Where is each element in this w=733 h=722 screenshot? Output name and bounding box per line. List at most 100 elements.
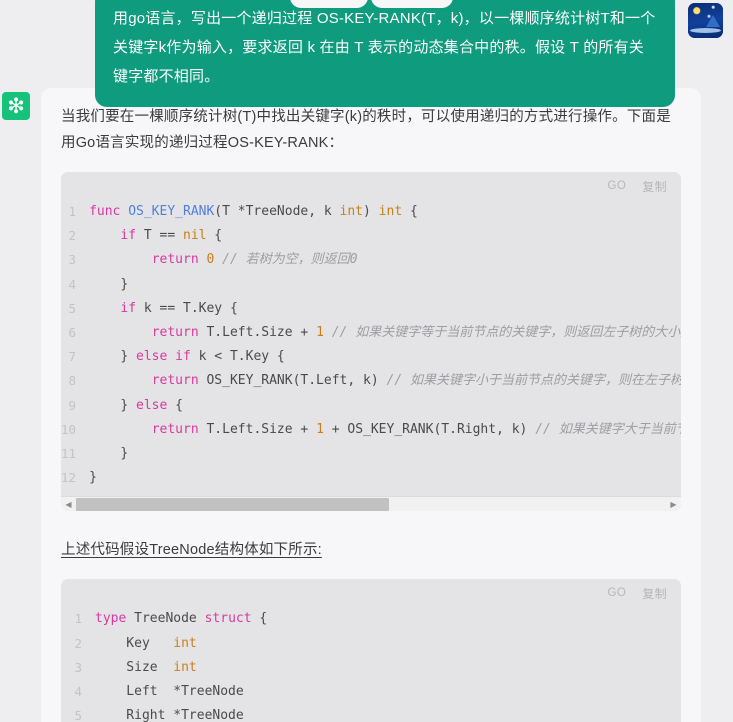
code-token-cmt: // 若树为空，则返回0 [222,252,358,268]
scrollbar-thumb[interactable] [76,497,389,511]
scroll-left-arrow-icon[interactable]: ◀ [61,496,76,512]
code-line-number: 2 [68,228,77,244]
code-scroll-area[interactable]: 1 func OS_KEY_RANK(T *TreeNode, k int) in… [61,194,681,496]
code-line-number: 6 [68,325,77,341]
code-line-number: 11 [61,446,77,462]
code-line-content: if k == T.Key { [89,297,681,321]
code-token-pl: { [402,204,418,219]
code-line: 9 } else { [61,394,681,418]
code-line-number: 8 [68,373,77,389]
code-token-pl: TreeNode [126,611,205,627]
code-line-number: 3 [68,252,77,268]
top-pill-group [290,0,453,8]
code-line-content: } [89,466,681,490]
code-line: 4 } [61,273,681,297]
code-toolbar-2: GO 复制 [61,579,681,601]
assistant-intro-text: 当我们要在一棵顺序统计树(T)中找出关键字(k)的秩时，可以使用递归的方式进行操… [61,109,671,151]
scroll-right-arrow-icon[interactable]: ▶ [666,496,681,512]
code-token-pl: T == [136,228,183,244]
code-token-typ: nil [183,228,207,244]
code-token-pl: { [167,397,183,413]
code-token-kw: struct [204,611,252,627]
code-token-kw: type [95,611,127,627]
code-line-content: return T.Left.Size + 1 // 如果关键字等于当前节点的关键… [89,321,681,345]
top-pill-left[interactable] [290,0,368,8]
code-line-number: 1 [74,611,82,627]
top-pill-right[interactable] [371,0,453,8]
code-line-content: if T == nil { [89,224,681,248]
code-token-pl: T.Left.Size + [198,421,317,437]
code-token-num: 1 [316,421,324,437]
copy-code-button[interactable]: 复制 [642,178,667,195]
code-line-content: Left *TreeNode [95,680,285,704]
code-token-kw: if [120,228,137,244]
code-line-number: 4 [74,684,82,700]
code-token-pl: Key [95,635,174,651]
code-token-kw: return [151,325,199,341]
mountain-icon [706,14,721,27]
code-line: 3 Size int [61,656,285,680]
code-line-content: } [89,442,681,466]
code-line: 5 if k == T.Key { [61,297,681,321]
code-line-content: Key int [95,632,285,656]
code-line: 8 return OS_KEY_RANK(T.Left, k) // 如果关键字… [61,369,681,393]
code-token-pl: { [251,611,268,627]
user-message-row: 用go语言，写出一个递归过程 OS-KEY-RANK(T，k)，以一棵顺序统计树… [0,0,733,107]
code-line: 5 Right *TreeNode [61,704,285,722]
code-line-number: 9 [68,397,77,413]
code-token-pl: OS_KEY_RANK(T.Left, k) [198,373,387,389]
code-token-pl: k == T.Key { [136,300,238,316]
code-language-label: GO [607,180,627,192]
code-token-typ: int [378,204,403,219]
code-table-0: 1 func OS_KEY_RANK(T *TreeNode, k int) in… [61,200,681,490]
user-avatar[interactable] [688,3,723,38]
code-horizontal-scrollbar[interactable]: ◀ ▶ [61,496,681,512]
code-line-number: 3 [74,659,82,675]
code-line-content: func OS_KEY_RANK(T *TreeNode, k int) int… [89,200,681,224]
code-token-cmt: // 如果关键字小于当前节点的关键字，则在左子树中继续查找 [386,373,682,389]
code-token-cmt: // 如果关键字等于当前节点的关键字，则返回左子树的大小加1 [331,325,681,341]
code-token-pl: } [89,276,129,292]
code-token-kw: else [136,397,168,413]
code-block-treenode-struct: GO 复制 1 type TreeNode struct {2 Key int 3 … [61,579,681,722]
user-message-text: 用go语言，写出一个递归过程 OS-KEY-RANK(T，k)，以一棵顺序统计树… [113,10,656,85]
code-token-pl: (T *TreeNode, k [214,204,340,219]
code-token-pl: k < T.Key { [190,349,285,365]
code-line-number: 2 [74,635,82,651]
code-block-os-key-rank: GO 复制 1 func OS_KEY_RANK(T *TreeNode, k i… [61,172,681,512]
code-line: 10 return T.Left.Size + 1 + OS_KEY_RANK(… [61,418,681,442]
code-line: 7 } else if k < T.Key { [61,345,681,369]
code-line: 3 return 0 // 若树为空，则返回0 [61,248,681,272]
assistant-avatar-icon[interactable]: ❇ [2,92,30,120]
code-line-content: } else { [89,394,681,418]
code-line: 6 return T.Left.Size + 1 // 如果关键字等于当前节点的… [61,321,681,345]
code-toolbar: GO 复制 [61,172,681,194]
code-language-label-2: GO [607,587,627,600]
code-token-typ: int [173,659,197,675]
code-line-content: } else if k < T.Key { [89,345,681,369]
code-line-number: 10 [61,421,77,437]
assistant-note-text: 上述代码假设TreeNode结构体如下所示: [61,542,322,559]
code-token-pl: Left *TreeNode [95,684,244,700]
code-token-kw: return [151,373,199,389]
code-token-kw: return [151,252,199,268]
code-token-pl: T.Left.Size + [198,325,317,341]
code-scroll-area-2[interactable]: 1 type TreeNode struct {2 Key int 3 Size i… [61,601,681,722]
code-line-content: Right *TreeNode [95,704,285,722]
code-line-content: } [89,273,681,297]
copy-code-button-2[interactable]: 复制 [642,585,667,602]
chat-page: 用go语言，写出一个递归过程 OS-KEY-RANK(T，k)，以一棵顺序统计树… [0,0,733,722]
scrollbar-track[interactable] [76,496,666,512]
code-token-kw: if [120,300,137,316]
user-message-bubble: 用go语言，写出一个递归过程 OS-KEY-RANK(T，k)，以一棵顺序统计树… [95,0,675,107]
assistant-message-bubble: 当我们要在一棵顺序统计树(T)中找出关键字(k)的秩时，可以使用递归的方式进行操… [41,88,701,722]
code-line-number: 7 [68,349,77,365]
code-line-number: 4 [68,276,77,292]
code-token-kw: func [89,204,129,219]
code-line: 11 } [61,442,681,466]
